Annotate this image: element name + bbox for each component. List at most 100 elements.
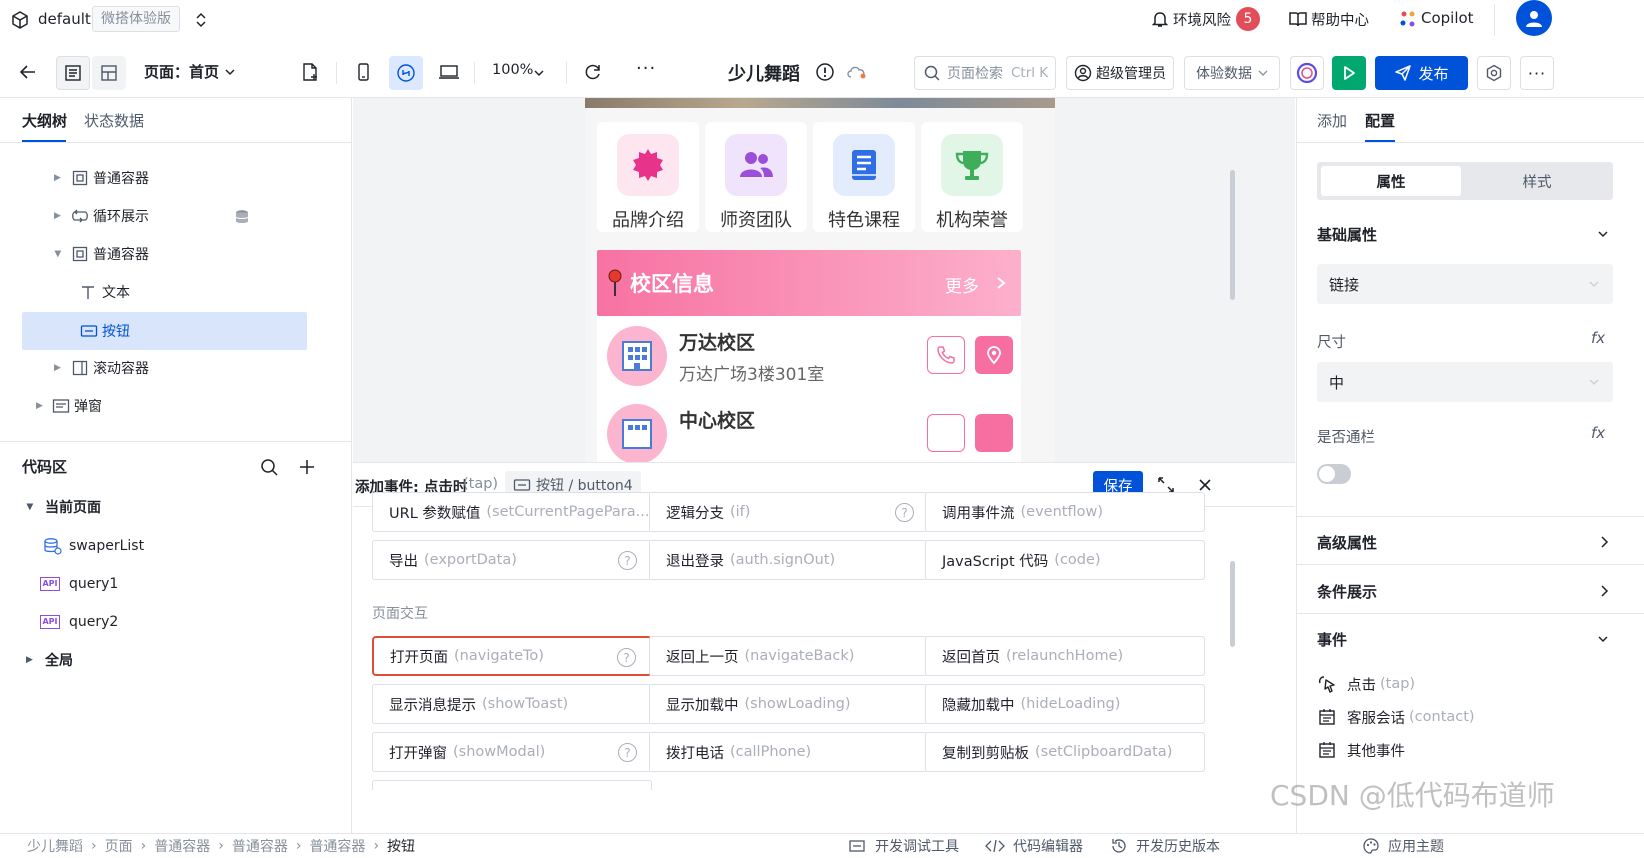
outline-view-button[interactable] bbox=[56, 56, 90, 90]
back-arrow-icon[interactable] bbox=[18, 62, 38, 82]
settings-button[interactable] bbox=[1477, 56, 1511, 90]
caret-right-icon[interactable]: ▶ bbox=[36, 401, 43, 411]
bell-icon[interactable] bbox=[1150, 9, 1170, 29]
action-show-modal[interactable]: 打开弹窗 (showModal) ? bbox=[372, 732, 652, 772]
event-panel-scrollbar[interactable] bbox=[1230, 561, 1235, 647]
menu-card-honors[interactable]: 机构荣誉 bbox=[921, 122, 1023, 232]
switch-workspace-icon[interactable] bbox=[194, 11, 208, 29]
formula-icon[interactable]: fx bbox=[1591, 424, 1605, 442]
mobile-preview-icon[interactable] bbox=[353, 62, 373, 82]
formula-icon[interactable]: fx bbox=[1591, 329, 1605, 347]
tab-add[interactable]: 添加 bbox=[1317, 110, 1347, 131]
action-sign-out[interactable]: 退出登录 (auth.signOut) bbox=[649, 540, 929, 580]
breadcrumb-item[interactable]: 普通容器 bbox=[232, 836, 288, 856]
menu-card-teachers[interactable]: 师资团队 bbox=[705, 122, 807, 232]
help-icon[interactable]: ? bbox=[618, 551, 637, 570]
zoom-level[interactable]: 100% bbox=[492, 62, 533, 78]
action-hide-loading[interactable]: 隐藏加载中 (hideLoading) bbox=[925, 684, 1205, 724]
subtab-styles[interactable]: 样式 bbox=[1467, 166, 1607, 196]
phone-preview[interactable]: 品牌介绍 师资团队 特色课程 机构荣誉 校区信息 更多 万达校区 万达广场3楼3… bbox=[585, 98, 1055, 462]
menu-card-brand[interactable]: 品牌介绍 bbox=[597, 122, 699, 232]
workspace-name[interactable]: default bbox=[38, 10, 91, 28]
page-selector[interactable]: 页面：首页 bbox=[144, 61, 219, 82]
breadcrumb-item[interactable]: 普通容器 bbox=[309, 836, 365, 856]
caret-down-icon[interactable]: ▶ bbox=[52, 251, 62, 258]
campus-header[interactable]: 校区信息 更多 bbox=[597, 250, 1021, 316]
history-link[interactable]: 开发历史版本 bbox=[1110, 836, 1220, 856]
breadcrumb-item-current[interactable]: 按钮 bbox=[387, 836, 415, 856]
canvas-scrollbar[interactable] bbox=[1230, 170, 1235, 300]
admin-role-button[interactable]: 超级管理员 bbox=[1066, 56, 1174, 90]
section-advanced[interactable]: 高级属性 bbox=[1317, 532, 1377, 553]
help-icon[interactable]: ? bbox=[895, 503, 914, 522]
banner-image[interactable] bbox=[585, 98, 1055, 108]
code-editor-link[interactable]: 代码编辑器 bbox=[985, 836, 1083, 856]
tree-node[interactable]: ▶ 普通容器 bbox=[0, 235, 352, 273]
help-icon[interactable]: ? bbox=[617, 648, 636, 667]
action-show-toast[interactable]: 显示消息提示 (showToast) bbox=[372, 684, 652, 724]
campus-card[interactable]: 万达校区 万达广场3楼301室 bbox=[597, 316, 1021, 396]
chevron-down-icon[interactable] bbox=[1597, 228, 1609, 240]
subtab-properties[interactable]: 属性 bbox=[1321, 166, 1461, 196]
tree-node-selected[interactable]: 按钮 bbox=[22, 312, 307, 350]
action-js-code[interactable]: JavaScript 代码 (code) bbox=[925, 540, 1205, 580]
action-partial[interactable] bbox=[372, 780, 652, 790]
chevron-right-icon[interactable] bbox=[1599, 535, 1609, 549]
user-avatar[interactable] bbox=[1516, 0, 1552, 36]
design-canvas[interactable]: 品牌介绍 师资团队 特色课程 机构荣誉 校区信息 更多 万达校区 万达广场3楼3… bbox=[353, 98, 1295, 462]
link-type-select[interactable]: 链接 bbox=[1317, 264, 1613, 304]
add-icon[interactable] bbox=[298, 458, 316, 476]
caret-down-icon[interactable]: ▶ bbox=[24, 504, 34, 511]
info-icon[interactable] bbox=[815, 62, 835, 82]
code-item[interactable]: API query2 bbox=[0, 604, 352, 640]
page-search-input[interactable]: 页面检索 Ctrl K bbox=[914, 56, 1056, 90]
menu-card-courses[interactable]: 特色课程 bbox=[813, 122, 915, 232]
tree-node[interactable]: ▶ 普通容器 bbox=[0, 159, 352, 197]
breadcrumb-item[interactable]: 少儿舞蹈 bbox=[27, 836, 83, 856]
chevron-right-icon[interactable] bbox=[1599, 584, 1609, 598]
caret-right-icon[interactable]: ▶ bbox=[54, 363, 61, 373]
ai-assistant-button[interactable] bbox=[1290, 56, 1324, 90]
action-eventflow[interactable]: 调用事件流 (eventflow) bbox=[925, 492, 1205, 532]
call-button[interactable] bbox=[927, 414, 965, 452]
search-icon[interactable] bbox=[259, 457, 279, 477]
publish-button[interactable]: 发布 bbox=[1375, 56, 1468, 90]
location-button[interactable] bbox=[975, 336, 1013, 374]
data-mode-select[interactable]: 体验数据 bbox=[1184, 56, 1280, 90]
block-toggle[interactable] bbox=[1317, 464, 1351, 484]
caret-right-icon[interactable]: ▶ bbox=[54, 173, 61, 183]
section-condition[interactable]: 条件展示 bbox=[1317, 581, 1377, 602]
code-group-current-page[interactable]: ▶ 当前页面 bbox=[0, 489, 352, 525]
call-button[interactable] bbox=[927, 336, 965, 374]
caret-right-icon[interactable]: ▶ bbox=[54, 211, 61, 221]
size-select[interactable]: 中 bbox=[1317, 362, 1613, 402]
action-set-url-params[interactable]: URL 参数赋值 (setCurrentPagePara... bbox=[372, 492, 652, 532]
tree-node[interactable]: ▶ 弹窗 bbox=[0, 387, 352, 425]
action-if[interactable]: 逻辑分支 (if) ? bbox=[649, 492, 929, 532]
tab-state-data[interactable]: 状态数据 bbox=[84, 110, 144, 131]
tab-outline[interactable]: 大纲树 bbox=[22, 110, 67, 131]
code-group-global[interactable]: ▶ 全局 bbox=[0, 642, 352, 678]
caret-right-icon[interactable]: ▶ bbox=[26, 655, 33, 665]
tree-node[interactable]: ▶ 滚动容器 bbox=[0, 349, 352, 387]
chevron-right-icon[interactable] bbox=[995, 276, 1007, 290]
action-export-data[interactable]: 导出 (exportData) ? bbox=[372, 540, 652, 580]
campus-card[interactable]: 中心校区 bbox=[597, 396, 1021, 462]
devtools-link[interactable]: 开发调试工具 bbox=[848, 836, 959, 856]
miniprogram-preview-button[interactable] bbox=[389, 56, 423, 90]
refresh-icon[interactable] bbox=[583, 62, 603, 82]
preview-run-button[interactable] bbox=[1332, 56, 1366, 90]
section-events[interactable]: 事件 bbox=[1317, 629, 1347, 650]
env-risk-label[interactable]: 环境风险 bbox=[1173, 9, 1231, 30]
close-icon[interactable] bbox=[1198, 478, 1212, 492]
action-relaunch-home[interactable]: 返回首页 (relaunchHome) bbox=[925, 636, 1205, 676]
chevron-down-icon[interactable] bbox=[1597, 633, 1609, 645]
help-center-link[interactable]: 帮助中心 bbox=[1311, 9, 1369, 30]
section-basic-props[interactable]: 基础属性 bbox=[1317, 224, 1377, 245]
tree-node[interactable]: 文本 bbox=[0, 273, 352, 311]
copilot-link[interactable]: Copilot bbox=[1421, 9, 1474, 27]
breadcrumb-item[interactable]: 普通容器 bbox=[154, 836, 210, 856]
location-button[interactable] bbox=[975, 414, 1013, 452]
pc-preview-icon[interactable] bbox=[438, 62, 460, 82]
tab-config[interactable]: 配置 bbox=[1365, 110, 1395, 131]
